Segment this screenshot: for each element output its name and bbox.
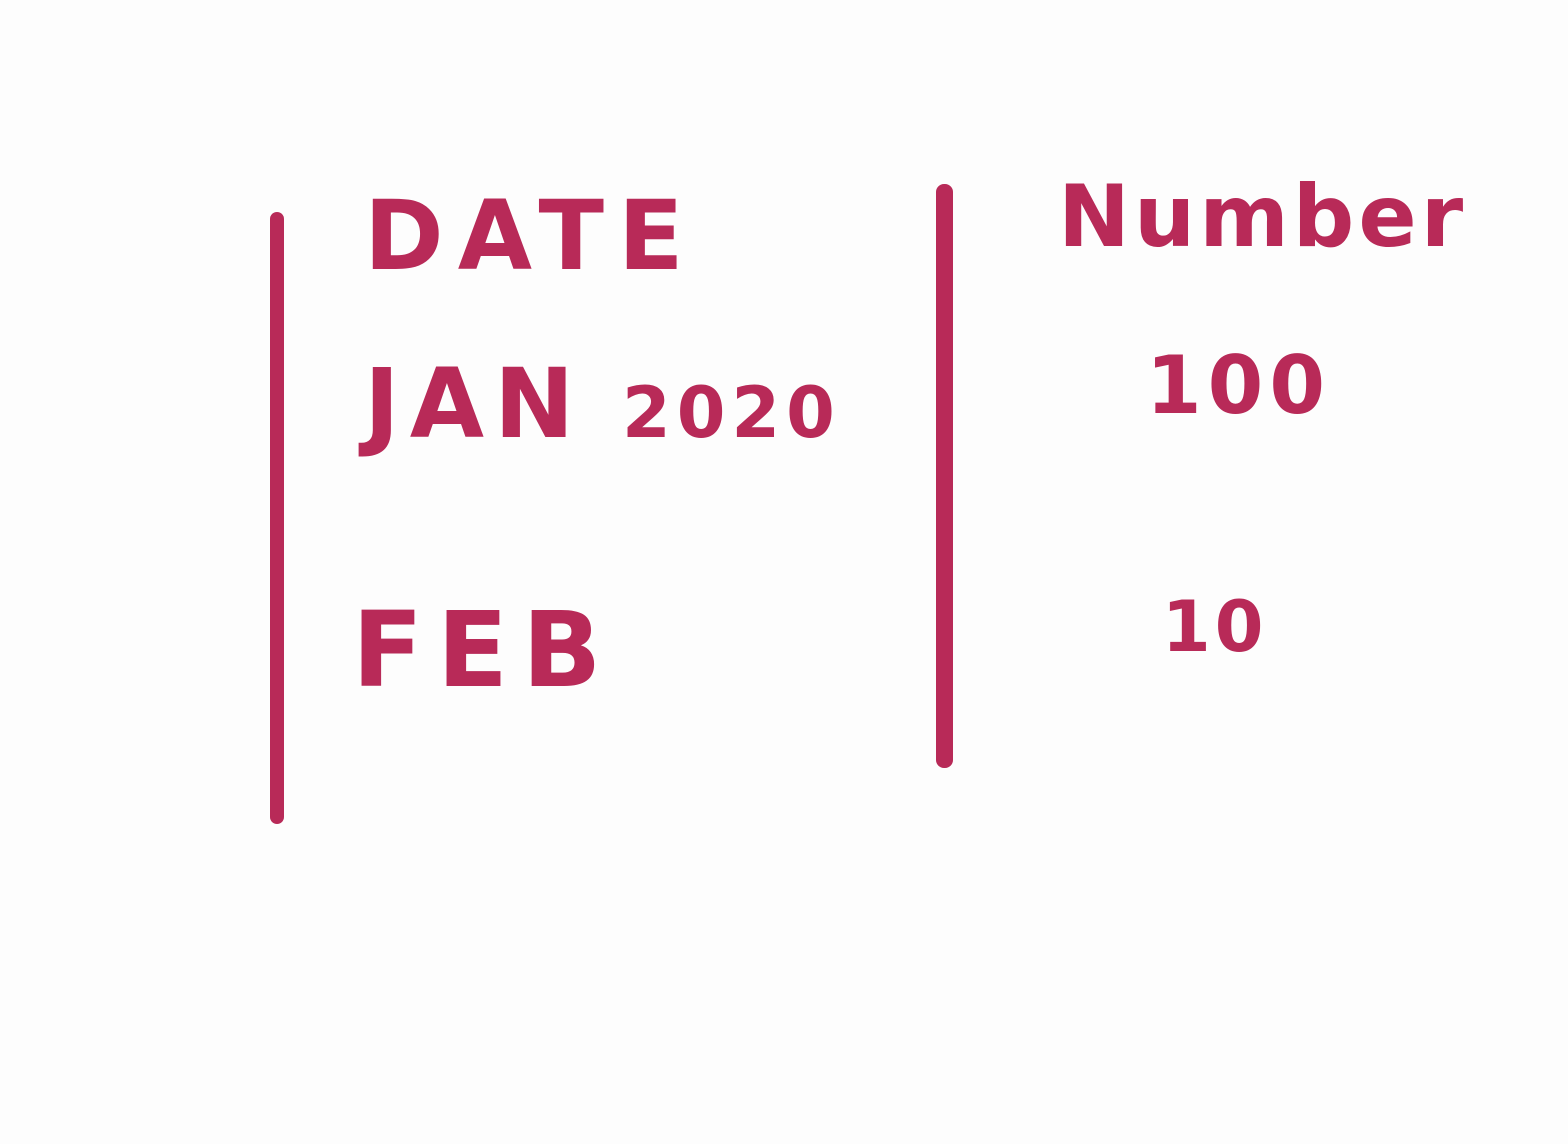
row-2-month: FEB [352, 589, 616, 711]
number-column-header: Number [1058, 167, 1468, 267]
handwritten-table: DATE Number JAN 2020 100 FEB 10 [0, 0, 1568, 1144]
row-1-month: JAN [364, 348, 585, 460]
row-2-number: 10 [1162, 586, 1268, 668]
column-divider-line [936, 184, 953, 768]
date-column-header: DATE [364, 180, 698, 292]
row-1-number: 100 [1146, 339, 1331, 432]
left-vertical-line [270, 212, 284, 824]
row-1-year: 2020 [622, 372, 841, 454]
